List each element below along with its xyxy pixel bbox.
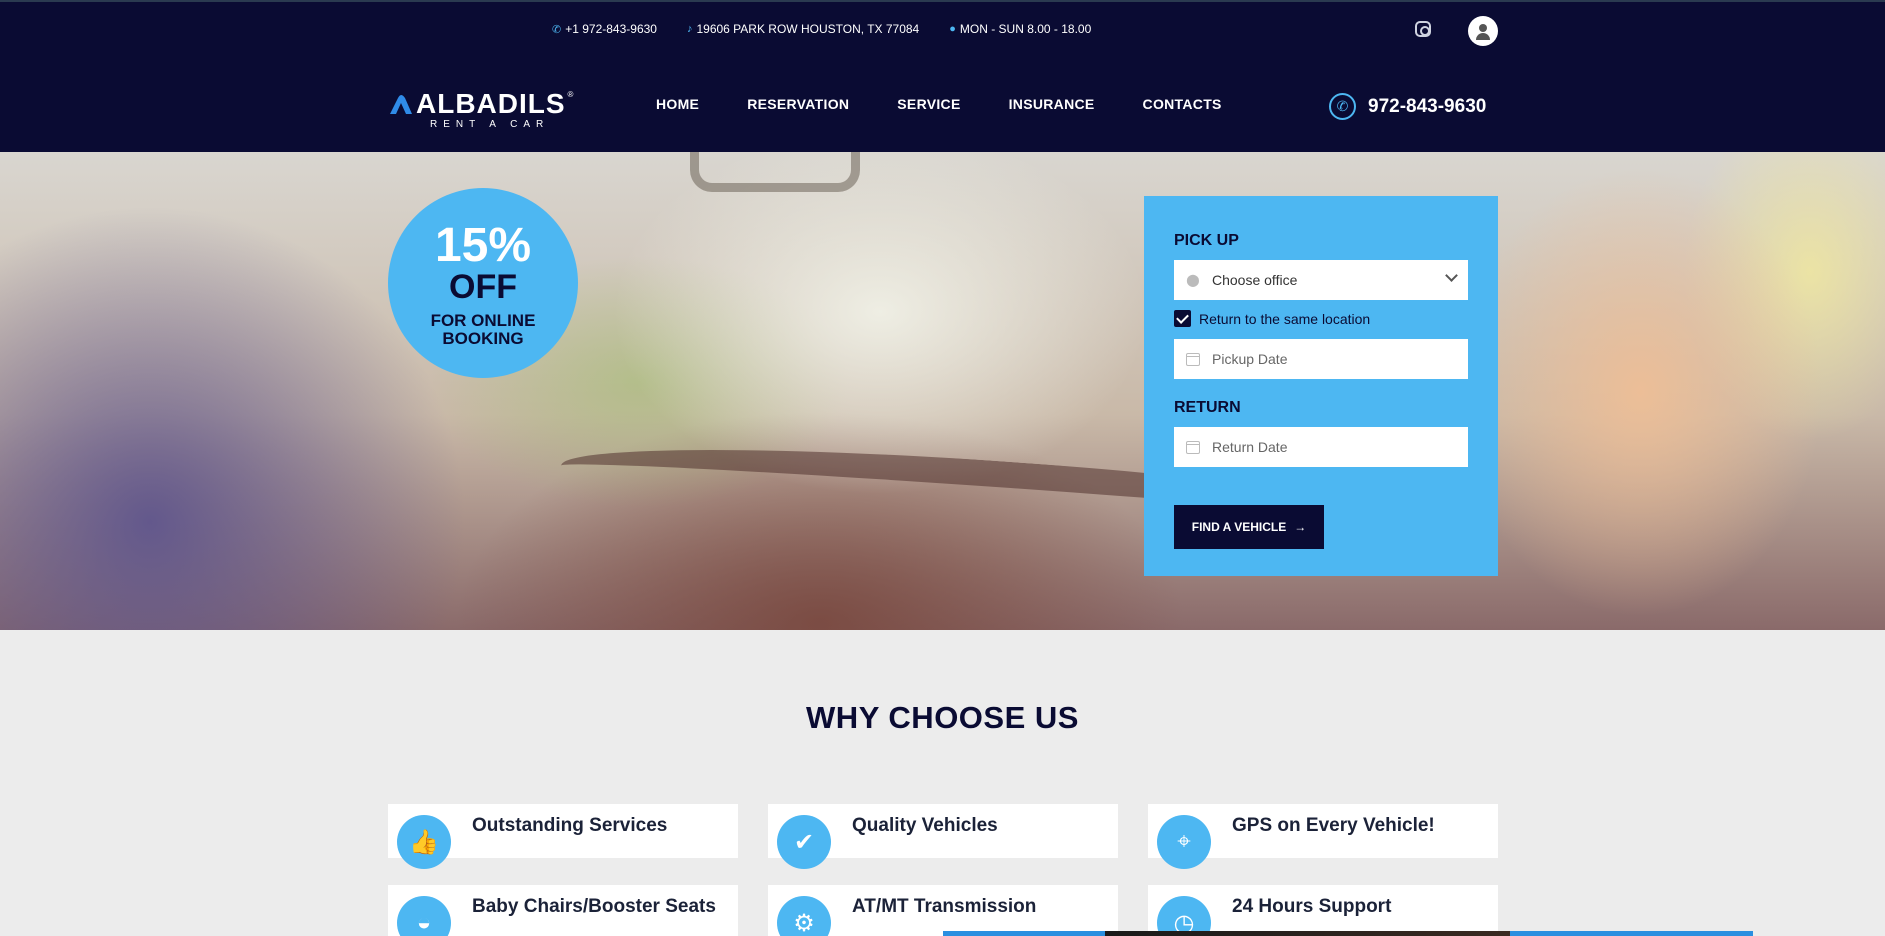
find-vehicle-button[interactable]: FIND A VEHICLE → (1174, 505, 1324, 549)
feature-title: Quality Vehicles (852, 815, 998, 836)
feature-card: ◷ 24 Hours Support (1148, 885, 1498, 936)
promo-line-1: FOR ONLINE (430, 311, 536, 330)
office-select-value: Choose office (1212, 272, 1298, 288)
topbar-phone[interactable]: ✆ +1 972-843-9630 (552, 22, 657, 36)
why-choose-us-heading: WHY CHOOSE US (806, 700, 1079, 735)
site-logo[interactable]: ALBADILS ® RENT A CAR (388, 88, 574, 130)
hero-mirror-decoration (690, 152, 860, 192)
return-date-placeholder: Return Date (1212, 439, 1288, 455)
promo-line-2: BOOKING (442, 329, 524, 348)
phone-icon: ✆ (1329, 93, 1356, 120)
feature-card: ◒ Baby Chairs/Booster Seats (388, 885, 738, 936)
user-icon (1479, 24, 1487, 32)
pickup-date-input[interactable]: Pickup Date (1174, 339, 1468, 379)
same-location-label: Return to the same location (1199, 310, 1371, 327)
promo-bubble: 15% OFF FOR ONLINE BOOKING (388, 188, 578, 378)
feature-card: 👍 Outstanding Services (388, 804, 738, 869)
logo-name: ALBADILS (416, 88, 566, 119)
shield-check-icon: ✔ (777, 815, 831, 869)
header-phone-number: 972-843-9630 (1368, 95, 1487, 117)
map-pin-icon: ⌖ (1157, 815, 1211, 869)
feature-title: GPS on Every Vehicle! (1232, 815, 1435, 836)
thumbs-up-icon: 👍 (397, 815, 451, 869)
feature-title: Baby Chairs/Booster Seats (472, 896, 716, 917)
nav-home[interactable]: HOME (656, 96, 699, 112)
return-heading: RETURN (1174, 399, 1241, 416)
topbar-address-text: 19606 PARK ROW HOUSTON, TX 77084 (696, 22, 920, 36)
pickup-date-placeholder: Pickup Date (1212, 351, 1288, 367)
phone-icon: ✆ (552, 23, 562, 36)
main-nav: HOME RESERVATION SERVICE INSURANCE CONTA… (656, 96, 1222, 112)
chevron-down-icon (1445, 269, 1458, 282)
hero-banner: 15% OFF FOR ONLINE BOOKING PICK UP ⬤ Cho… (0, 152, 1885, 630)
feature-card: ✔ Quality Vehicles (768, 804, 1118, 869)
feature-title: 24 Hours Support (1232, 896, 1392, 917)
calendar-icon (1186, 352, 1200, 366)
topbar-hours: ● MON - SUN 8.00 - 18.00 (949, 22, 1091, 36)
return-date-input[interactable]: Return Date (1174, 427, 1468, 467)
baby-carriage-icon: ◒ (397, 896, 451, 936)
gear-shift-icon: ⚙ (777, 896, 831, 936)
same-location-checkbox[interactable] (1174, 310, 1191, 327)
feature-card: ⚙ AT/MT Transmission (768, 885, 1118, 936)
site-header: ✆ +1 972-843-9630 ♪ 19606 PARK ROW HOUST… (0, 0, 1885, 152)
feature-title: Outstanding Services (472, 815, 668, 836)
location-icon: ♪ (686, 23, 693, 35)
clock-icon: ● (949, 23, 956, 35)
office-select[interactable]: ⬤ Choose office (1174, 260, 1468, 300)
calendar-icon (1186, 440, 1200, 454)
logo-registered: ® (567, 90, 574, 99)
nav-service[interactable]: SERVICE (897, 96, 960, 112)
footer-image-strip (943, 931, 1753, 936)
logo-mark-icon (390, 95, 412, 114)
topbar-address: ♪ 19606 PARK ROW HOUSTON, TX 77084 (687, 22, 919, 36)
user-account-button[interactable] (1468, 16, 1498, 46)
location-pin-icon: ⬤ (1186, 273, 1200, 287)
nav-insurance[interactable]: INSURANCE (1009, 96, 1095, 112)
promo-percent: 15% (434, 219, 532, 272)
pickup-heading: PICK UP (1174, 232, 1239, 249)
feature-card: ⌖ GPS on Every Vehicle! (1148, 804, 1498, 869)
logo-subtitle: RENT A CAR (430, 119, 550, 130)
topbar-phone-text: +1 972-843-9630 (565, 22, 657, 36)
find-vehicle-label: FIND A VEHICLE (1191, 520, 1287, 534)
feature-title: AT/MT Transmission (852, 896, 1037, 917)
arrow-right-icon: → (1294, 520, 1307, 534)
nav-reservation[interactable]: RESERVATION (747, 96, 849, 112)
nav-contacts[interactable]: CONTACTS (1143, 96, 1222, 112)
promo-text: FOR ONLINE BOOKING (388, 312, 578, 348)
header-phone[interactable]: ✆ 972-843-9630 (1329, 93, 1486, 120)
clock-icon: ◷ (1157, 896, 1211, 936)
promo-off: OFF (449, 268, 517, 306)
topbar-hours-text: MON - SUN 8.00 - 18.00 (959, 22, 1092, 36)
same-location-row[interactable]: Return to the same location (1174, 310, 1468, 327)
booking-form: PICK UP ⬤ Choose office Return to the sa… (1144, 196, 1498, 576)
contact-bar: ✆ +1 972-843-9630 ♪ 19606 PARK ROW HOUST… (552, 22, 1091, 36)
instagram-icon[interactable] (1415, 21, 1431, 37)
